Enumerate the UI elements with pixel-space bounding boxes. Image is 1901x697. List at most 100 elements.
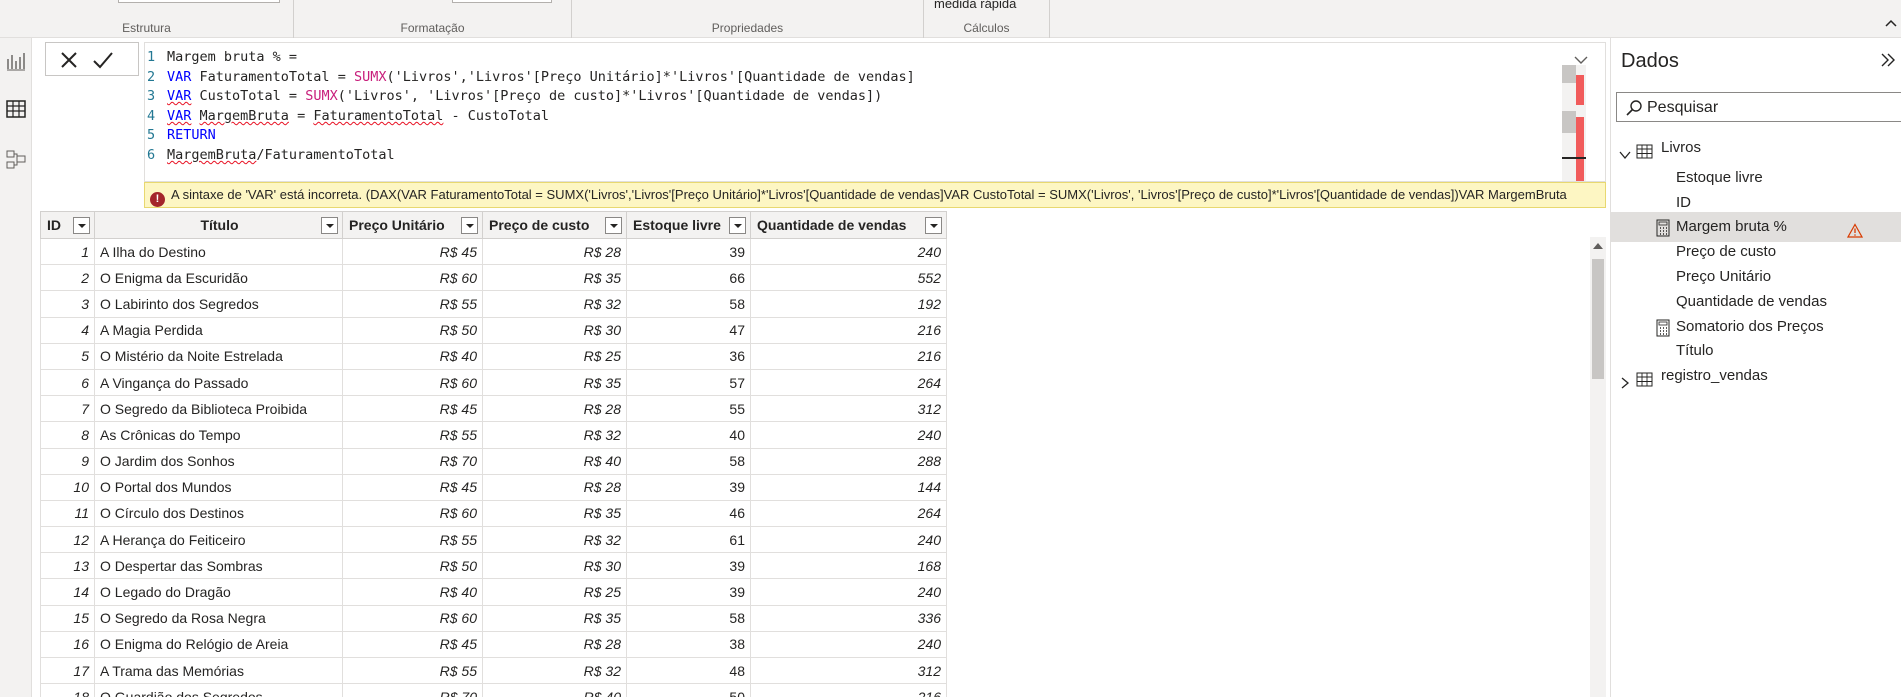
grid-vertical-scrollbar[interactable] <box>1590 237 1606 697</box>
table-row[interactable]: 12 A Herança do Feiticeiro R$ 55 R$ 32 61 240 <box>40 526 947 554</box>
table-cell[interactable]: R$ 35 <box>482 368 627 397</box>
table-cell[interactable]: 12 <box>40 526 95 554</box>
table-cell[interactable]: R$ 40 <box>342 578 483 606</box>
table-cell[interactable]: 10 <box>40 473 95 501</box>
scroll-up-icon[interactable] <box>1593 243 1603 249</box>
table-cell[interactable]: R$ 35 <box>482 264 627 292</box>
table-row[interactable]: 11 O Círculo dos Destinos R$ 60 R$ 35 46 264 <box>40 499 947 528</box>
table-cell[interactable]: 240 <box>750 237 947 266</box>
table-cell[interactable]: R$ 55 <box>342 290 483 318</box>
table-cell[interactable]: 55 <box>626 395 751 423</box>
table-cell[interactable]: 58 <box>626 447 751 475</box>
table-row[interactable]: 5O Mistério da Noite Estrelada R$ 40 R$ 25… <box>40 342 947 370</box>
table-cell[interactable]: 168 <box>750 552 947 580</box>
table-cell[interactable]: 240 <box>750 630 947 659</box>
table-cell[interactable]: 39 <box>626 473 751 501</box>
filter-dropdown-icon[interactable] <box>729 217 746 234</box>
table-cell[interactable]: 2 <box>40 264 95 292</box>
table-cell[interactable]: R$ 28 <box>482 473 627 501</box>
table-cell[interactable]: R$ 45 <box>342 395 483 423</box>
table-row[interactable]: 1A Ilha do Destino R$ 45 R$ 28 39 240 <box>40 237 947 266</box>
table-cell[interactable]: O Mistério da Noite Estrelada <box>94 342 343 370</box>
table-cell[interactable]: R$ 40 <box>482 683 627 697</box>
column-header[interactable]: Estoque livre <box>626 211 751 239</box>
table-cell[interactable]: 7 <box>40 395 95 423</box>
cancel-formula-button[interactable] <box>56 47 82 73</box>
minimap-slider[interactable] <box>1562 65 1576 83</box>
table-row[interactable]: 13 O Despertar das Sombras R$ 50 R$ 30 39 168 <box>40 552 947 580</box>
table-cell[interactable]: R$ 32 <box>482 526 627 554</box>
table-cell[interactable]: 312 <box>750 395 947 423</box>
table-cell[interactable]: 66 <box>626 264 751 292</box>
table-cell[interactable]: 240 <box>750 421 947 449</box>
table-row[interactable]: 9O Jardim dos Sonhos R$ 70 R$ 40 58 288 <box>40 447 947 475</box>
table-cell[interactable]: R$ 35 <box>482 499 627 528</box>
ribbon-control-edge[interactable] <box>118 0 280 3</box>
table-cell[interactable]: R$ 28 <box>482 237 627 266</box>
quick-measure-button[interactable]: medida rápida <box>934 0 1016 11</box>
table-node-livros[interactable]: Livros <box>1611 133 1901 163</box>
table-row[interactable]: 17 A Trama das Memórias R$ 55 R$ 32 48 312 <box>40 656 947 685</box>
table-cell[interactable]: R$ 45 <box>342 473 483 501</box>
table-cell[interactable]: R$ 50 <box>342 552 483 580</box>
dax-formula-editor[interactable]: 1 Margem bruta % = 2 VAR FaturamentoTotal =… <box>144 42 1606 182</box>
table-cell[interactable]: R$ 55 <box>342 421 483 449</box>
table-cell[interactable]: R$ 28 <box>482 395 627 423</box>
filter-dropdown-icon[interactable] <box>73 217 90 234</box>
table-cell[interactable]: 16 <box>40 630 95 659</box>
table-cell[interactable]: 336 <box>750 604 947 632</box>
table-cell[interactable]: R$ 55 <box>342 656 483 685</box>
table-cell[interactable]: 192 <box>750 290 947 318</box>
table-cell[interactable]: R$ 45 <box>342 630 483 659</box>
table-cell[interactable]: A Vingança do Passado <box>94 368 343 397</box>
table-cell[interactable]: 47 <box>626 316 751 344</box>
table-row[interactable]: 14 O Legado do Dragão R$ 40 R$ 25 39 240 <box>40 578 947 606</box>
table-cell[interactable]: O Enigma da Escuridão <box>94 264 343 292</box>
table-cell[interactable]: 15 <box>40 604 95 632</box>
table-cell[interactable]: O Segredo da Rosa Negra <box>94 604 343 632</box>
expand-formula-bar-icon[interactable] <box>1573 53 1589 65</box>
model-view-icon[interactable] <box>5 148 27 170</box>
table-cell[interactable]: 58 <box>626 604 751 632</box>
table-cell[interactable]: 288 <box>750 447 947 475</box>
report-view-icon[interactable] <box>5 50 27 72</box>
table-row[interactable]: 16 O Enigma do Relógio de Areia R$ 45 R$ 28… <box>40 630 947 659</box>
table-cell[interactable]: 14 <box>40 578 95 606</box>
table-cell[interactable]: A Ilha do Destino <box>94 237 343 266</box>
table-cell[interactable]: R$ 60 <box>342 264 483 292</box>
table-cell[interactable]: O Legado do Dragão <box>94 578 343 606</box>
ribbon-control-edge[interactable] <box>452 0 552 3</box>
filter-dropdown-icon[interactable] <box>461 217 478 234</box>
table-cell[interactable]: A Herança do Feiticeiro <box>94 526 343 554</box>
filter-dropdown-icon[interactable] <box>925 217 942 234</box>
table-cell[interactable]: R$ 40 <box>482 447 627 475</box>
table-cell[interactable]: 38 <box>626 630 751 659</box>
table-cell[interactable]: 58 <box>626 290 751 318</box>
editor-minimap[interactable] <box>1562 65 1586 181</box>
table-cell[interactable]: R$ 50 <box>342 316 483 344</box>
column-header[interactable]: Quantidade de vendas <box>750 211 947 239</box>
table-cell[interactable]: O Enigma do Relógio de Areia <box>94 630 343 659</box>
table-row[interactable]: 2O Enigma da Escuridão R$ 60 R$ 35 66 552 <box>40 264 947 292</box>
table-cell[interactable]: 312 <box>750 656 947 685</box>
table-cell[interactable]: R$ 60 <box>342 604 483 632</box>
table-row[interactable]: 7O Segredo da Biblioteca Proibida R$ 45 R$… <box>40 395 947 423</box>
table-cell[interactable]: R$ 32 <box>482 656 627 685</box>
scrollbar-thumb[interactable] <box>1592 259 1604 379</box>
table-row[interactable]: 4A Magia Perdida R$ 50 R$ 30 47 216 <box>40 316 947 344</box>
table-cell[interactable]: 13 <box>40 552 95 580</box>
table-cell[interactable]: 264 <box>750 499 947 528</box>
table-cell[interactable]: R$ 70 <box>342 683 483 697</box>
expand-pane-icon[interactable] <box>1879 52 1897 73</box>
column-header[interactable]: Preço Unitário <box>342 211 483 239</box>
confirm-formula-button[interactable] <box>90 47 116 73</box>
table-cell[interactable]: 240 <box>750 526 947 554</box>
table-cell[interactable]: 61 <box>626 526 751 554</box>
chevron-right-icon[interactable] <box>1619 370 1631 389</box>
table-node-registro_vendas[interactable]: registro_vendas <box>1611 361 1901 391</box>
table-cell[interactable]: A Trama das Memórias <box>94 656 343 685</box>
table-cell[interactable]: 1 <box>40 237 95 266</box>
table-cell[interactable]: 144 <box>750 473 947 501</box>
table-cell[interactable]: R$ 32 <box>482 290 627 318</box>
chevron-down-icon[interactable] <box>1619 142 1631 160</box>
